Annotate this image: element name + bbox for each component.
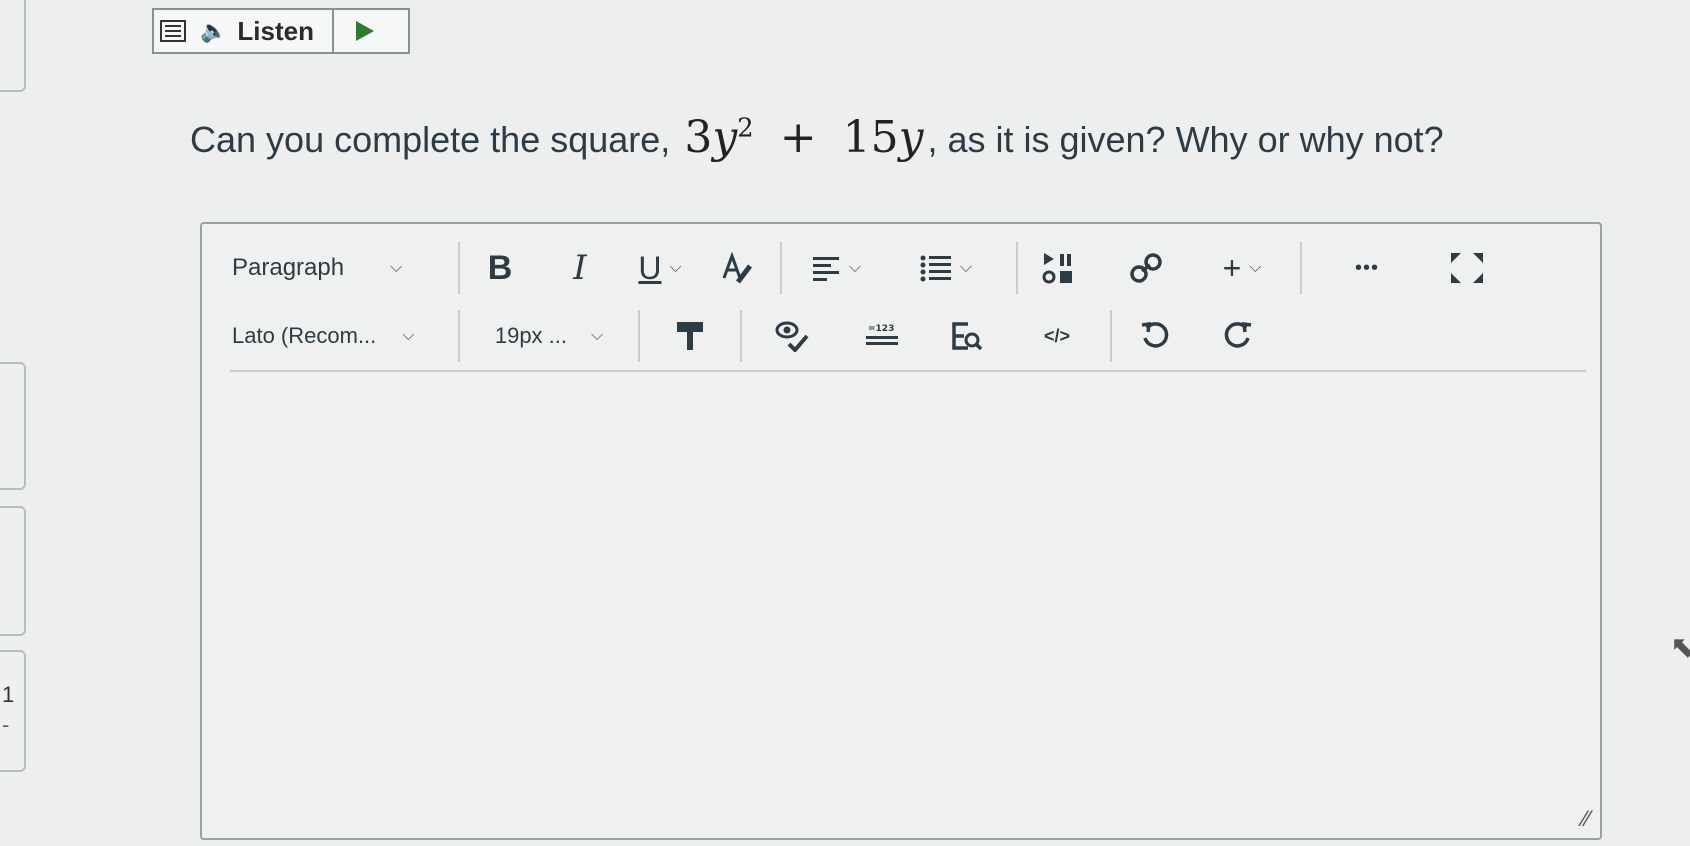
font-size-dropdown[interactable]: 19px ... ⌵ bbox=[460, 310, 638, 362]
list-dropdown[interactable]: ⌵ bbox=[890, 242, 1002, 294]
play-icon[interactable] bbox=[355, 21, 374, 41]
math-coef: 3 bbox=[684, 112, 713, 163]
link-button[interactable] bbox=[1098, 242, 1194, 294]
font-family-dropdown[interactable]: Lato (Recom... ⌵ bbox=[202, 310, 442, 362]
speaker-icon[interactable]: 🔈 bbox=[200, 18, 227, 44]
listen-bar: 🔈 Listen bbox=[152, 8, 410, 54]
align-dropdown[interactable]: ⌵ bbox=[782, 242, 890, 294]
insert-dropdown[interactable]: + ⌵ bbox=[1194, 242, 1290, 294]
word-count-icon: =123 bbox=[866, 324, 898, 345]
equation-editor-button[interactable] bbox=[922, 310, 1012, 362]
chevron-down-icon: ⌵ bbox=[390, 259, 403, 276]
page-dash: - bbox=[2, 712, 10, 737]
page-number: 1 bbox=[2, 682, 15, 707]
align-left-icon bbox=[812, 257, 839, 281]
chevron-down-icon: ⌵ bbox=[848, 259, 862, 276]
side-tab[interactable] bbox=[0, 362, 26, 490]
toolbar-separator bbox=[230, 370, 1586, 372]
math-var2: y bbox=[898, 112, 924, 163]
redo-button[interactable] bbox=[1198, 310, 1278, 362]
undo-icon bbox=[1141, 321, 1169, 348]
more-options-button[interactable]: ••• bbox=[1302, 242, 1432, 294]
math-op: + bbox=[779, 112, 817, 163]
listen-menu-icon[interactable] bbox=[160, 20, 186, 42]
chevron-down-icon: ⌵ bbox=[959, 259, 973, 276]
chevron-down-icon: ⌵ bbox=[402, 327, 415, 344]
listen-button[interactable]: Listen bbox=[237, 16, 314, 47]
question-suffix: , as it is given? Why or why not? bbox=[927, 119, 1444, 160]
math-exp: 2 bbox=[737, 113, 754, 144]
plus-icon: + bbox=[1222, 249, 1242, 286]
listen-divider bbox=[331, 8, 334, 54]
block-format-dropdown[interactable]: Paragraph ⌵ bbox=[202, 242, 432, 294]
question-text: Can you complete the square, 3y2 + 15y, … bbox=[190, 112, 1444, 163]
font-size-label: 19px ... bbox=[494, 323, 567, 348]
question-prefix: Can you complete the square, bbox=[190, 119, 671, 160]
editor-content-area[interactable] bbox=[230, 374, 1570, 804]
text-color-icon bbox=[722, 252, 752, 284]
accessibility-checker-button[interactable] bbox=[742, 310, 842, 362]
math-var: y bbox=[712, 112, 738, 163]
toolbar-row-1: Paragraph ⌵ B I U ⌵ ⌵ ⌵ + ⌵ ••• bbox=[202, 236, 1502, 300]
chevron-down-icon: ⌵ bbox=[669, 259, 682, 276]
media-button[interactable] bbox=[1018, 242, 1098, 294]
format-painter-button[interactable] bbox=[640, 310, 740, 362]
paint-roller-icon bbox=[677, 322, 703, 350]
underline-button[interactable]: U ⌵ bbox=[620, 242, 700, 294]
underline-label: U bbox=[638, 249, 662, 286]
math-expression: 3y2 + 15y bbox=[684, 112, 923, 163]
font-family-label: Lato (Recom... bbox=[232, 323, 377, 348]
equation-icon bbox=[952, 322, 983, 351]
rich-text-editor: Paragraph ⌵ B I U ⌵ ⌵ ⌵ + ⌵ ••• Lato (Re… bbox=[200, 222, 1602, 840]
text-color-button[interactable] bbox=[700, 242, 774, 294]
toolbar-row-2: Lato (Recom... ⌵ 19px ... ⌵ =123 </> bbox=[202, 304, 1278, 368]
link-icon bbox=[1130, 253, 1162, 283]
html-editor-button[interactable]: </> bbox=[1012, 310, 1102, 362]
chevron-down-icon: ⌵ bbox=[1249, 259, 1262, 276]
fullscreen-icon bbox=[1451, 253, 1483, 283]
side-tab[interactable] bbox=[0, 506, 26, 636]
media-icon bbox=[1042, 253, 1072, 284]
chevron-down-icon: ⌵ bbox=[591, 327, 604, 344]
side-tab[interactable] bbox=[0, 650, 26, 772]
block-format-label: Paragraph bbox=[232, 254, 345, 281]
math-term: 15 bbox=[842, 112, 899, 163]
bullet-list-icon bbox=[920, 255, 951, 282]
fullscreen-button[interactable] bbox=[1432, 242, 1502, 294]
bold-button[interactable]: B bbox=[460, 242, 540, 294]
side-tab[interactable] bbox=[0, 0, 26, 92]
undo-button[interactable] bbox=[1112, 310, 1198, 362]
mouse-cursor-icon: ⬉ bbox=[1670, 631, 1690, 664]
redo-icon bbox=[1224, 321, 1252, 348]
word-count-button[interactable]: =123 bbox=[842, 310, 922, 362]
svg-text:=123: =123 bbox=[868, 324, 894, 334]
italic-button[interactable]: I bbox=[540, 242, 620, 294]
resize-handle-icon[interactable]: ⁄⁄ bbox=[1583, 806, 1590, 832]
accessibility-check-icon bbox=[775, 321, 809, 352]
